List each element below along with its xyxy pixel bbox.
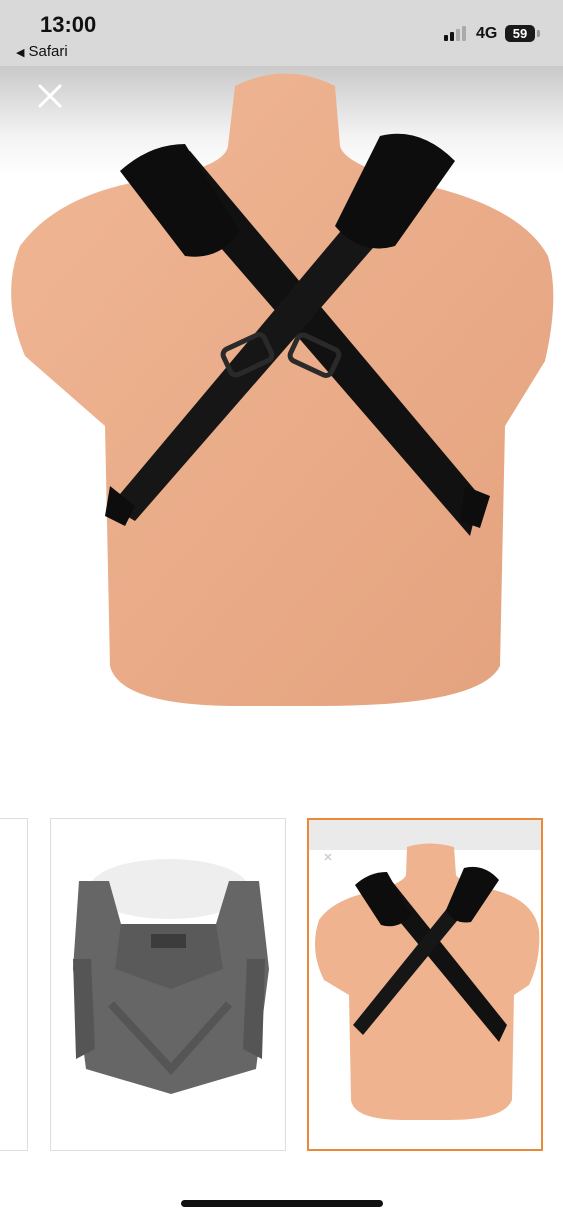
back-triangle-icon: ◀: [16, 47, 25, 59]
cellular-signal-icon: [444, 26, 466, 41]
harness-back-view: [11, 73, 554, 706]
main-product-image[interactable]: [0, 66, 563, 766]
harness-back-thumbnail[interactable]: [307, 818, 543, 1151]
back-to-app-link[interactable]: ◀ Safari: [16, 43, 68, 60]
status-bar: 13:00 ◀ Safari 4G 59: [0, 0, 563, 66]
battery-level: 59: [512, 26, 528, 41]
previous-thumbnail[interactable]: [0, 818, 28, 1151]
status-time: 13:00: [40, 12, 97, 37]
battery-icon: 59: [505, 25, 535, 42]
home-indicator[interactable]: [181, 1200, 383, 1207]
network-type: 4G: [476, 25, 498, 42]
close-icon[interactable]: [34, 80, 66, 112]
baby-carrier-image: [73, 859, 269, 1094]
back-app-label: Safari: [28, 43, 68, 60]
baby-carrier-thumbnail[interactable]: [50, 818, 286, 1151]
battery-tip: [537, 30, 540, 37]
harness-thumbnail-image: [309, 820, 541, 1120]
